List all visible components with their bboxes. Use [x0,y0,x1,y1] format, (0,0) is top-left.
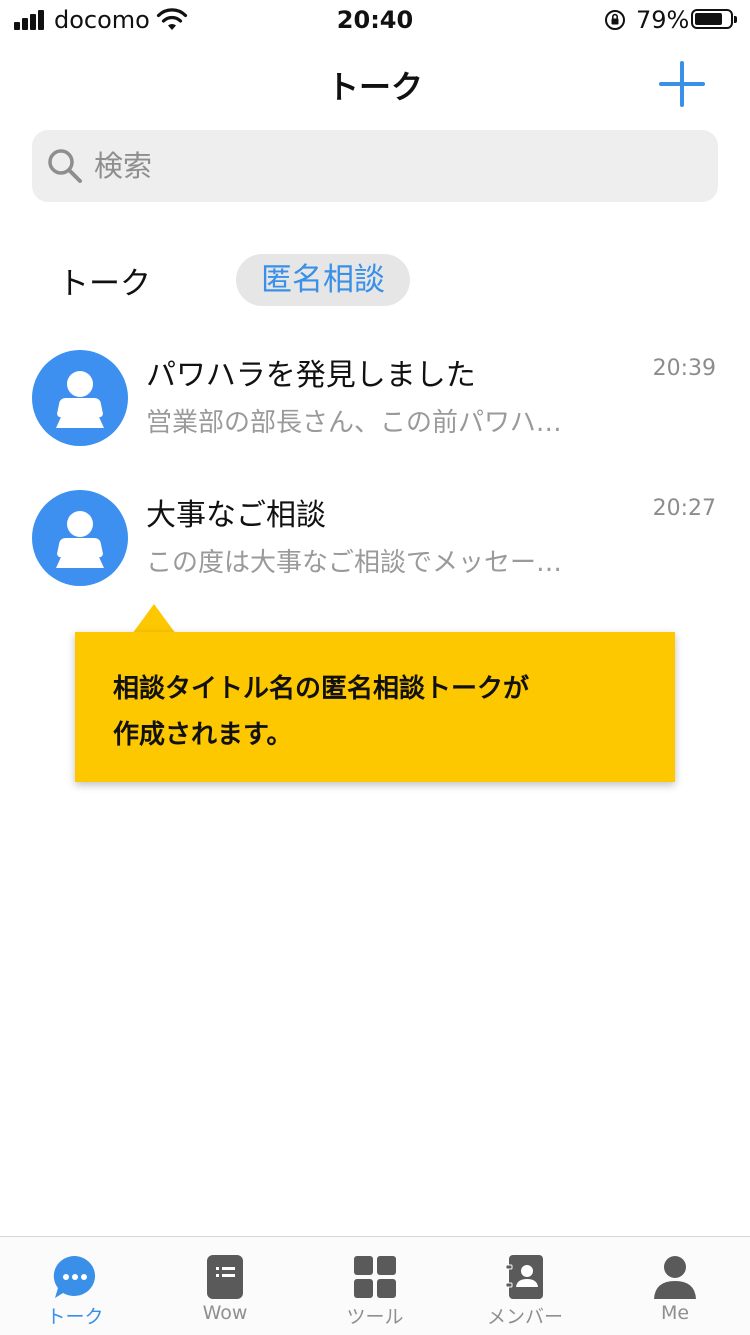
add-chat-button[interactable] [658,60,706,108]
battery-icon [691,9,737,29]
callout-line: 相談タイトル名の匿名相談トークが [113,674,530,704]
tabbar-label: トーク [46,1306,104,1328]
tabbar-label: Me [660,1302,690,1324]
chat-time: 20:39 [652,356,716,381]
battery-percent: 79% [636,6,690,34]
chat-list-item[interactable]: パワハラを発見しました 20:39 営業部の部長さん、この前パワハ… [0,350,750,490]
grid-icon [354,1256,396,1298]
search-icon [48,149,82,183]
tab-talk-label: トーク [58,266,151,302]
tabbar-item-tools[interactable]: ツール [300,1237,450,1335]
tabbar-item-members[interactable]: メンバー [450,1237,600,1335]
search-bar[interactable] [32,130,718,202]
document-list-icon [207,1255,243,1299]
rotation-lock-icon [605,10,625,30]
plus-icon [659,61,705,107]
chat-time: 20:27 [652,496,716,521]
tab-anonymous-consultation-label: 匿名相談 [261,262,385,298]
tabbar-label: メンバー [486,1306,563,1328]
contacts-icon [505,1255,543,1299]
chat-title: パワハラを発見しました [146,358,476,393]
chat-preview: 営業部の部長さん、この前パワハ… [146,408,562,438]
bottom-tab-bar: トーク Wow ツール メンバー Me [0,1236,750,1335]
avatar [32,350,128,446]
chat-bubble-icon [53,1255,96,1298]
callout-text: 相談タイトル名の匿名相談トークが 作成されます。 [113,666,653,758]
tabbar-item-wow[interactable]: Wow [150,1237,300,1335]
page-title: トーク [326,68,423,106]
tabbar-label: ツール [346,1306,404,1328]
callout-arrow [132,604,176,634]
callout-line: 作成されます。 [113,720,293,750]
avatar [32,490,128,586]
search-input[interactable] [94,144,694,188]
chat-title: 大事なご相談 [146,498,326,533]
tab-talk[interactable]: トーク [58,258,151,303]
tabbar-label: Wow [202,1302,248,1324]
tabbar-item-talk[interactable]: トーク [0,1237,150,1335]
tab-anonymous-consultation[interactable]: 匿名相談 [236,254,410,306]
chat-list-item[interactable]: 大事なご相談 20:27 この度は大事なご相談でメッセー… [0,490,750,630]
person-icon [654,1256,696,1299]
tooltip-callout: 相談タイトル名の匿名相談トークが 作成されます。 [75,632,675,782]
tabbar-item-me[interactable]: Me [600,1237,750,1335]
chat-preview: この度は大事なご相談でメッセー… [146,548,563,578]
status-bar: docomo 20:40 79% [0,0,750,40]
